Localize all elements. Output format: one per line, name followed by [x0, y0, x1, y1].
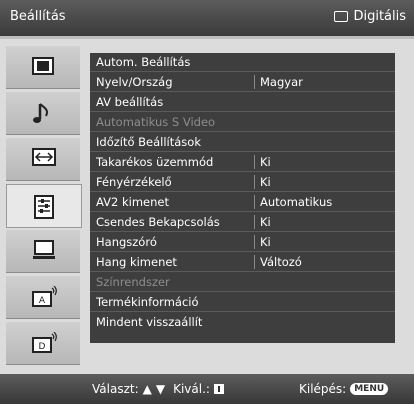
picture-icon [32, 57, 54, 75]
menu-item-mindent-visszaallit[interactable]: Mindent visszaállít [90, 313, 395, 331]
menu-item-autom-beallitas[interactable]: Autom. Beállítás [90, 53, 395, 72]
menu-item-value: Magyar [260, 75, 303, 89]
sidebar-item-pc[interactable] [6, 230, 80, 273]
screen-aspect-icon [32, 148, 56, 166]
menu-item-value: Ki [260, 215, 271, 229]
menu-item-hang-kimenet[interactable]: Hang kimenet Változó [90, 253, 395, 272]
pc-monitor-icon [33, 240, 55, 259]
sidebar-item-sound[interactable] [6, 92, 80, 135]
ok-button-icon [213, 384, 224, 394]
digital-setup-icon: D [32, 332, 57, 353]
menu-item-csendes-bekapcsolas[interactable]: Csendes Bekapcsolás Ki [90, 213, 395, 232]
value-separator [254, 235, 255, 249]
menu-item-av2-kimenet[interactable]: AV2 kimenet Automatikus [90, 193, 395, 212]
settings-icon [34, 195, 54, 219]
menu-item-hangszoro[interactable]: Hangszóró Ki [90, 233, 395, 252]
menu-item-value: Ki [260, 155, 271, 169]
menu-item-value: Ki [260, 235, 271, 249]
down-arrow-icon: ▼ [155, 382, 166, 396]
value-separator [254, 155, 255, 169]
menu-item-automatikus-s-video: Automatikus S Video [90, 113, 395, 132]
menu-item-idozito-beallitasok[interactable]: Időzítő Beállítások [90, 133, 395, 152]
sidebar-item-screen[interactable] [6, 138, 80, 181]
menu-item-value: Ki [260, 175, 271, 189]
digital-source-icon [334, 11, 349, 22]
source-label: Digitális [353, 9, 406, 24]
menu-item-takarekos-uzemmod[interactable]: Takarékos üzemmód Ki [90, 153, 395, 172]
settings-menu-panel: Autom. Beállítás Nyelv/Ország Magyar AV … [90, 53, 395, 343]
menu-item-szinrendszer: Színrendszer [90, 273, 395, 292]
menu-item-nyelv-orszag[interactable]: Nyelv/Ország Magyar [90, 73, 395, 92]
header-divider [0, 36, 414, 39]
page-title: Beállítás [10, 9, 66, 24]
menu-item-av-beallitas[interactable]: AV beállítás [90, 93, 395, 112]
header-bar: Beállítás Digitális [0, 0, 414, 36]
menu-item-termekinformacio[interactable]: Termékinformáció [90, 293, 395, 312]
value-separator [254, 195, 255, 209]
source-indicator: Digitális [334, 9, 406, 24]
value-separator [254, 175, 255, 189]
sidebar-item-digital[interactable]: D [6, 322, 80, 365]
value-separator [254, 255, 255, 269]
exit-hint: Kilépés: MENU [299, 382, 389, 396]
value-separator [254, 215, 255, 229]
value-separator [254, 75, 255, 89]
sidebar: A D [6, 46, 82, 365]
menu-item-value: Változó [260, 255, 302, 269]
sidebar-item-picture[interactable] [6, 46, 80, 89]
up-arrow-icon: ▲ [142, 382, 152, 396]
sidebar-item-settings[interactable] [6, 184, 82, 228]
footer-bar: Választ: ▲ ▼ Kivál.: Kilépés: MENU [0, 374, 414, 404]
svg-text:D: D [39, 342, 46, 352]
menu-button-icon[interactable]: MENU [350, 383, 389, 395]
tv-settings-screen: Beállítás Digitális A D Autom. Beállítás… [0, 0, 414, 404]
select-hint: Választ: ▲ ▼ Kivál.: [92, 382, 224, 396]
svg-text:A: A [39, 296, 46, 306]
analog-setup-icon: A [32, 286, 57, 307]
sidebar-item-analog[interactable]: A [6, 276, 80, 319]
menu-item-fenyerzekelo[interactable]: Fényérzékelő Ki [90, 173, 395, 192]
menu-item-value: Automatikus [260, 195, 333, 209]
sound-note-icon [33, 103, 49, 123]
